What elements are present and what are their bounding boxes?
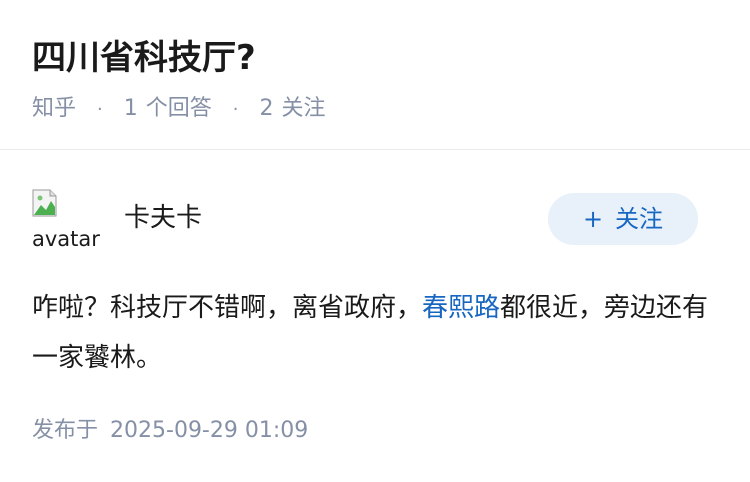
broken-image-icon (32, 189, 57, 217)
answer-content: 咋啦？科技厅不错啊，离省政府，春熙路都很近，旁边还有一家饕林。 (32, 283, 712, 383)
publish-info: 发布于 2025-09-29 01:09 (32, 413, 308, 449)
avatar-alt-text: avatar (32, 227, 100, 251)
source-label[interactable]: 知乎 (32, 96, 76, 121)
meta-separator: · (232, 99, 239, 120)
avatar[interactable]: avatar (32, 186, 100, 254)
author-name[interactable]: 卡夫卡 (124, 201, 202, 235)
follow-button[interactable]: + 关注 (548, 193, 698, 245)
answers-count-link[interactable]: 1 个回答 (124, 96, 212, 121)
plus-icon: + (582, 205, 604, 233)
author-row: avatar 卡夫卡 + 关注 (0, 151, 750, 261)
publish-label: 发布于 (32, 418, 99, 443)
followers-count: 2 (259, 96, 274, 121)
followers-count-link[interactable]: 2 关注 (260, 96, 326, 121)
question-meta: 知乎 · 1 个回答 · 2 关注 (32, 94, 326, 124)
answer-link[interactable]: 春熙路 (422, 293, 500, 323)
answers-label: 个回答 (145, 96, 212, 121)
follow-button-label: 关注 (615, 205, 664, 233)
publish-time: 2025-09-29 01:09 (110, 418, 309, 443)
meta-separator: · (97, 99, 103, 120)
followers-label: 关注 (281, 96, 326, 121)
question-header: 四川省科技厅? 知乎 · 1 个回答 · 2 关注 (0, 0, 750, 150)
answers-count: 1 (123, 96, 138, 121)
answer-text-before: 咋啦？科技厅不错啊，离省政府， (32, 293, 423, 323)
question-title[interactable]: 四川省科技厅? (32, 36, 256, 80)
answer-card: avatar 卡夫卡 + 关注 咋啦？科技厅不错啊，离省政府，春熙路都很近，旁边还… (0, 151, 750, 482)
